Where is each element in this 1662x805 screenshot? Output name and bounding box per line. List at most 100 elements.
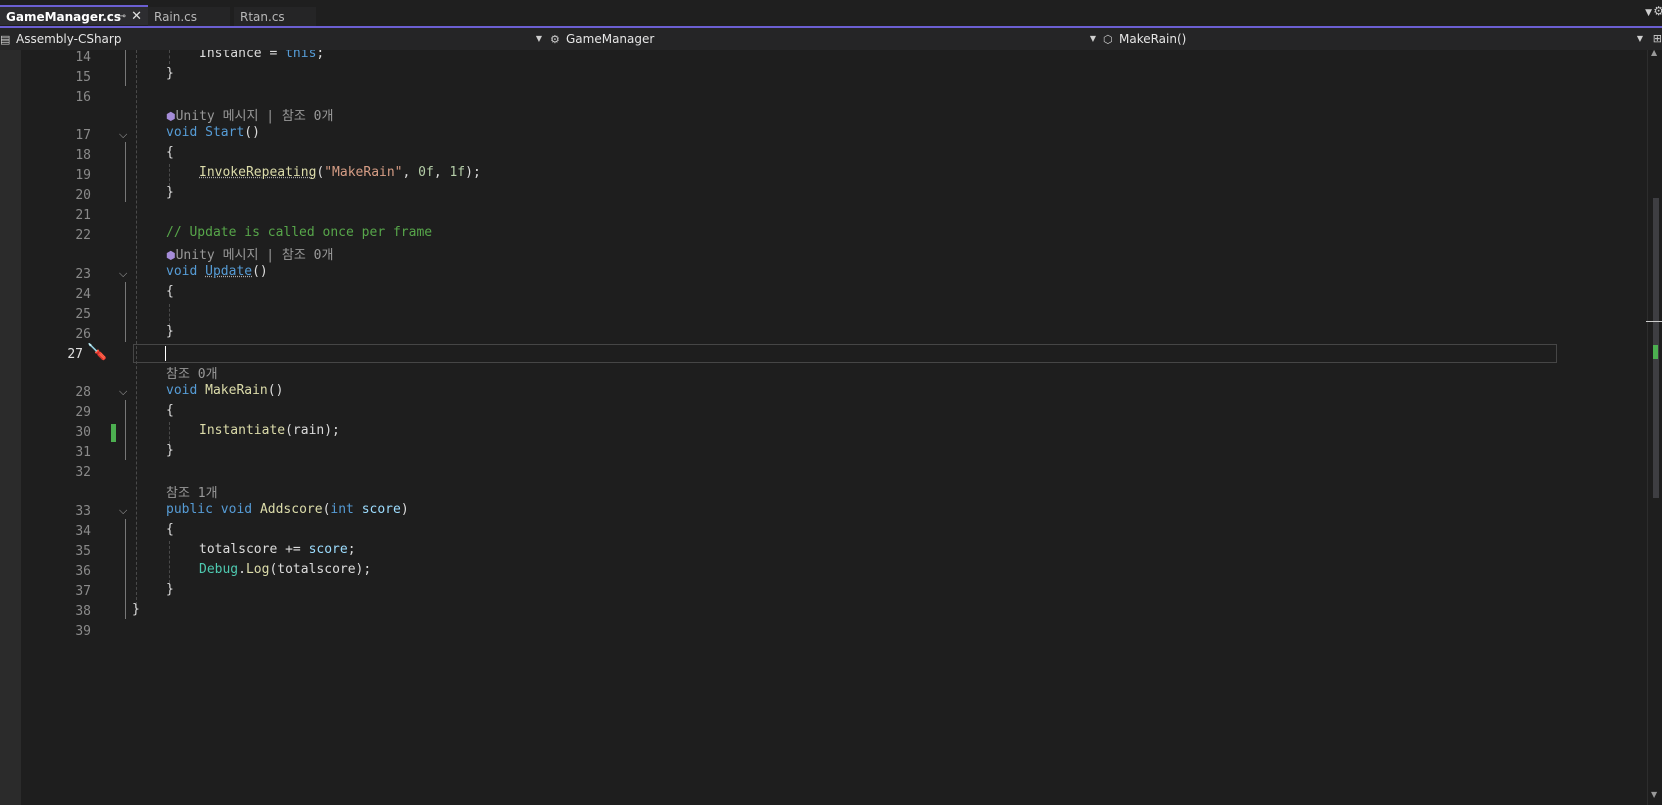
- line-number: 24: [75, 287, 91, 302]
- line-number: 23: [75, 267, 91, 282]
- text-caret: [165, 346, 166, 361]
- line-number: 36: [75, 564, 91, 579]
- fold-chevron-icon[interactable]: ⌵: [119, 267, 127, 281]
- line-number: 16: [75, 90, 91, 105]
- line-number: 18: [75, 148, 91, 163]
- code-line-35: totalscore += score;: [199, 542, 356, 557]
- line-number: 21: [75, 208, 91, 223]
- vertical-scrollbar[interactable]: ▲ ▼: [1646, 48, 1662, 805]
- line-number: 17: [75, 128, 91, 143]
- class-dropdown[interactable]: ⚙ GameManager ▼: [550, 28, 1100, 50]
- line-number: 14: [75, 50, 91, 65]
- tab-label: Rain.cs: [154, 10, 198, 24]
- line-number: 28: [75, 385, 91, 400]
- line-number: 15: [75, 70, 91, 85]
- line-number: 38: [75, 604, 91, 619]
- outline-bracket: [125, 519, 126, 619]
- project-dropdown[interactable]: ▤ Assembly-CSharp ▼: [0, 28, 546, 50]
- change-marker: [111, 424, 116, 442]
- code-line-14: Instance = this;: [199, 50, 325, 61]
- chevron-down-icon: ▼: [535, 34, 542, 43]
- caret-position-marker: [1646, 321, 1662, 322]
- indent-guide: [169, 50, 170, 64]
- project-label: Assembly-CSharp: [16, 32, 122, 46]
- code-line-17: void Start(): [166, 125, 260, 140]
- code-line-24: {: [166, 284, 174, 299]
- line-number-current: 27: [67, 347, 83, 362]
- scroll-up-icon[interactable]: ▲: [1651, 48, 1657, 57]
- indent-guide: [169, 164, 170, 186]
- line-number: 30: [75, 425, 91, 440]
- navigation-bar: ▤ Assembly-CSharp ▼ ⚙ GameManager ▼ ⬡ MakeR…: [0, 28, 1662, 51]
- current-line-highlight: [133, 344, 1557, 363]
- code-line-28: void MakeRain(): [166, 383, 284, 398]
- left-margin: [0, 50, 21, 805]
- code-line-31: }: [166, 443, 174, 458]
- line-number: 32: [75, 465, 91, 480]
- code-line-22: // Update is called once per frame: [166, 225, 433, 240]
- outline-bracket: [125, 50, 126, 86]
- unity-cube-icon: ⬢: [166, 249, 176, 262]
- outline-bracket: [125, 142, 126, 202]
- settings-icon[interactable]: ⚙: [1653, 4, 1662, 18]
- line-number: 19: [75, 168, 91, 183]
- codelens-addscore[interactable]: 참조 1개: [166, 482, 218, 501]
- outline-bracket: [125, 400, 126, 460]
- code-line-19: InvokeRepeating("MakeRain", 0f, 1f);: [199, 165, 481, 180]
- code-line-37: }: [166, 582, 174, 597]
- line-number: 29: [75, 405, 91, 420]
- code-line-20: }: [166, 185, 174, 200]
- split-editor-icon[interactable]: ⊞: [1653, 28, 1662, 50]
- codelens-makerain[interactable]: 참조 0개: [166, 363, 218, 382]
- indent-guide: [169, 422, 170, 444]
- change-overview-marker: [1653, 345, 1658, 359]
- tab-list-dropdown-icon[interactable]: ▼: [1645, 8, 1652, 18]
- code-line-26: }: [166, 324, 174, 339]
- codelens-start[interactable]: ⬢Unity 메시지 | 참조 0개: [166, 105, 333, 124]
- tab-gamemanager[interactable]: GameManager.cs ⊸ ✕: [0, 5, 148, 25]
- fold-chevron-icon[interactable]: ⌵: [119, 128, 127, 142]
- line-number: 20: [75, 188, 91, 203]
- pin-icon[interactable]: ⊸: [118, 7, 126, 27]
- line-number: 34: [75, 524, 91, 539]
- indent-guide: [169, 541, 170, 583]
- chevron-down-icon: ▼: [1636, 34, 1643, 43]
- unity-cube-icon: ⬢: [166, 110, 176, 123]
- close-icon[interactable]: ✕: [131, 7, 142, 27]
- code-line-15: }: [166, 66, 174, 81]
- line-number: 25: [75, 307, 91, 322]
- member-label: MakeRain(): [1119, 32, 1187, 46]
- scroll-down-icon[interactable]: ▼: [1651, 790, 1657, 799]
- tab-rtan[interactable]: Rtan.cs: [234, 7, 316, 27]
- line-number: 35: [75, 544, 91, 559]
- code-line-36: Debug.Log(totalscore);: [199, 562, 372, 577]
- quick-actions-screwdriver-icon[interactable]: 🪛: [87, 342, 107, 361]
- line-number: 33: [75, 504, 91, 519]
- tab-rain[interactable]: Rain.cs: [148, 7, 230, 27]
- chevron-down-icon: ▼: [1089, 34, 1096, 43]
- code-line-30: Instantiate(rain);: [199, 423, 340, 438]
- class-icon: ⚙: [550, 33, 560, 46]
- tab-label: Rtan.cs: [240, 10, 285, 24]
- indent-guide: [136, 50, 137, 610]
- line-number: 31: [75, 445, 91, 460]
- indent-guide: [169, 304, 170, 326]
- member-dropdown[interactable]: ⬡ MakeRain() ▼: [1103, 28, 1647, 50]
- code-line-23: void Update(): [166, 264, 268, 279]
- method-icon: ⬡: [1103, 33, 1113, 46]
- line-number: 39: [75, 624, 91, 639]
- tab-label: GameManager.cs: [6, 10, 122, 24]
- fold-chevron-icon[interactable]: ⌵: [119, 504, 127, 518]
- class-label: GameManager: [566, 32, 655, 46]
- document-tab-bar: GameManager.cs ⊸ ✕ Rain.cs Rtan.cs ▼ ⚙: [0, 0, 1662, 28]
- fold-chevron-icon[interactable]: ⌵: [119, 385, 127, 399]
- code-editor[interactable]: 14 15 16 17 18 19 20 21 22 23 24 25 26 2…: [21, 50, 1647, 805]
- line-number: 37: [75, 584, 91, 599]
- line-number: 26: [75, 327, 91, 342]
- codelens-update[interactable]: ⬢Unity 메시지 | 참조 0개: [166, 244, 333, 263]
- code-line-38: }: [132, 602, 140, 617]
- code-line-34: {: [166, 522, 174, 537]
- project-icon: ▤: [0, 33, 11, 46]
- outline-bracket: [125, 282, 126, 342]
- code-line-18: {: [166, 145, 174, 160]
